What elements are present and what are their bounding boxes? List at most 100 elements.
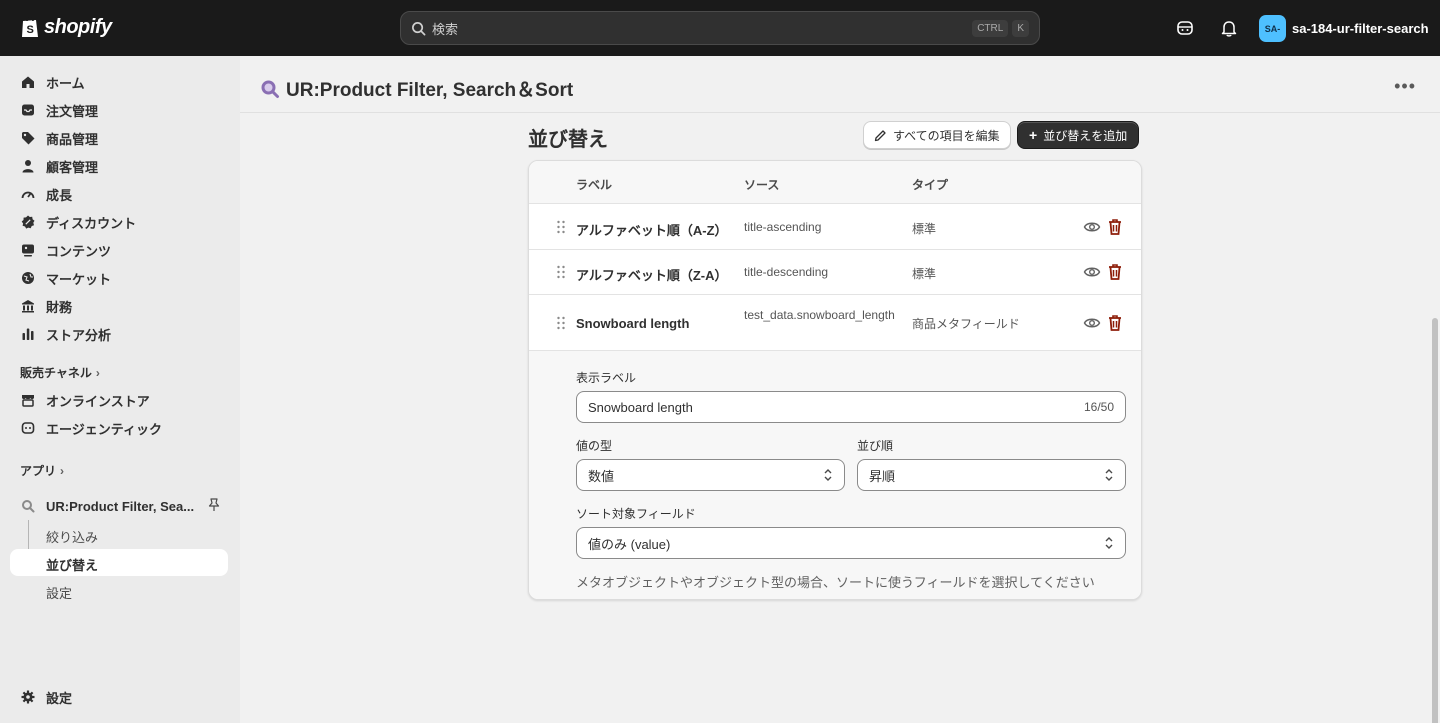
sidebar-item-products[interactable]: 商品管理 (10, 124, 228, 152)
sidebar-app-name: UR:Product Filter, Sea... (46, 498, 195, 514)
store-avatar: SA- (1259, 15, 1286, 42)
svg-text:S: S (27, 24, 34, 36)
column-header-label: ラベル (576, 178, 613, 192)
shopify-bag-icon: S (22, 17, 38, 37)
sidebar-item-app[interactable]: UR:Product Filter, Sea... (10, 492, 228, 520)
row-type: 商品メタフィールド (912, 317, 1020, 331)
eye-icon[interactable] (1083, 314, 1101, 332)
row-type: 標準 (912, 222, 937, 236)
drag-handle-icon[interactable] (556, 316, 566, 330)
eye-icon[interactable] (1083, 263, 1101, 281)
agentic-icon (20, 420, 36, 436)
sidebar-item-orders[interactable]: 注文管理 (10, 96, 228, 124)
select-arrows-icon (1105, 537, 1113, 549)
sales-channels-section[interactable]: 販売チャネル › (20, 364, 100, 381)
app-header: UR:Product Filter, Search＆Sort ••• (240, 56, 1440, 113)
display-label-counter: 16/50 (1083, 400, 1114, 414)
trash-icon[interactable] (1107, 263, 1123, 281)
table-row[interactable]: アルファベット順（Z-A） title-descending 標準 (529, 250, 1141, 295)
sort-field-value: 値のみ (value) (588, 536, 671, 552)
scrollbar[interactable] (1432, 318, 1438, 723)
sidebar-item-label: 商品管理 (46, 131, 99, 147)
sidebar-item-agentic[interactable]: エージェンティック (10, 414, 228, 442)
order-value: 昇順 (869, 468, 896, 484)
sort-field-help-text: メタオブジェクトやオブジェクト型の場合、ソートに使うフィールドを選択してください (576, 575, 1095, 590)
shopify-wordmark: shopify (44, 15, 112, 38)
sidebar-item-label: 成長 (46, 187, 73, 203)
top-bar: S shopify 検索 CTRL K SA- sa-184-ur-filter… (0, 0, 1440, 56)
sidebar-sub-filter[interactable]: 絞り込み (46, 527, 98, 546)
sidebar-item-discounts[interactable]: ディスカウント (10, 208, 228, 236)
sidebar-item-label: マーケット (46, 271, 112, 287)
more-actions-button[interactable]: ••• (1394, 76, 1416, 97)
shortcut-ctrl: CTRL (972, 19, 1009, 37)
sidebar-item-customers[interactable]: 顧客管理 (10, 152, 228, 180)
app-title-text: UR:Product Filter, Search＆Sort (286, 80, 574, 101)
value-type-title: 値の型 (576, 439, 613, 453)
bell-icon[interactable] (1218, 17, 1240, 39)
search-input[interactable]: 検索 CTRL K (400, 11, 1040, 45)
table-row[interactable]: アルファベット順（A-Z） title-ascending 標準 (529, 205, 1141, 250)
order-title: 並び順 (857, 439, 894, 453)
inbox-icon (20, 102, 36, 118)
gear-icon (20, 689, 36, 705)
sort-field-select[interactable]: 値のみ (value) (576, 527, 1126, 559)
drag-handle-icon[interactable] (556, 265, 566, 279)
add-sort-button[interactable]: + 並び替えを追加 (1017, 121, 1140, 149)
edit-all-button[interactable]: すべての項目を編集 (863, 121, 1011, 149)
sidebar-item-label: 財務 (46, 299, 73, 315)
sales-channels-label: 販売チャネル (20, 366, 92, 380)
bank-icon (20, 298, 36, 314)
sidebar-item-label: エージェンティック (46, 421, 162, 437)
eye-icon[interactable] (1083, 218, 1101, 236)
active-indicator (10, 549, 228, 576)
pin-icon[interactable] (208, 498, 220, 515)
store-name: sa-184-ur-filter-search (1292, 21, 1429, 36)
store-icon (20, 392, 36, 408)
plus-icon: + (1029, 127, 1038, 143)
row-label: アルファベット順（A-Z） (576, 223, 728, 238)
sidebar-item-label: 顧客管理 (46, 159, 99, 175)
sidekick-icon[interactable] (1174, 17, 1196, 39)
search-placeholder: 検索 (432, 21, 459, 37)
search-icon (412, 21, 426, 35)
sidebar-item-label: オンラインストア (46, 393, 150, 409)
sidebar-sub-settings[interactable]: 設定 (46, 583, 72, 602)
pencil-icon (874, 129, 886, 141)
apps-section[interactable]: アプリ › (20, 462, 64, 479)
sidebar-item-label: 注文管理 (46, 103, 99, 119)
sidebar-item-home[interactable]: ホーム (10, 68, 228, 96)
sidebar-item-label: ストア分析 (46, 327, 112, 343)
sidebar-item-markets[interactable]: マーケット (10, 264, 228, 292)
globe-icon (20, 270, 36, 286)
app-title: UR:Product Filter, Search＆Sort (260, 75, 573, 102)
sidebar-item-online-store[interactable]: オンラインストア (10, 386, 228, 414)
sidebar-item-settings[interactable]: 設定 (10, 683, 228, 711)
value-type-value: 数値 (588, 468, 615, 484)
chart-icon (20, 326, 36, 342)
page-title: 並び替え (528, 129, 608, 151)
sidebar-item-finance[interactable]: 財務 (10, 292, 228, 320)
main-area: UR:Product Filter, Search＆Sort ••• 並び替え … (240, 56, 1440, 723)
store-menu[interactable]: SA- sa-184-ur-filter-search (1259, 15, 1429, 42)
shopify-logo[interactable]: S shopify (20, 15, 112, 39)
edit-all-label: すべての項目を編集 (893, 128, 1000, 143)
row-label: Snowboard length (576, 316, 690, 331)
sidebar-sub-sort[interactable]: 並び替え (46, 555, 98, 574)
row-source: test_data.snowboard_length (744, 308, 895, 322)
table-row[interactable]: Snowboard length test_data.snowboard_len… (529, 295, 1141, 351)
sidebar-item-content[interactable]: コンテンツ (10, 236, 228, 264)
trash-icon[interactable] (1107, 218, 1123, 236)
sidebar-item-analytics[interactable]: ストア分析 (10, 320, 228, 348)
shortcut-k: K (1012, 19, 1029, 37)
row-detail-panel: 表示ラベル Snowboard length 16/50 値の型 数値 並び順 … (529, 351, 1141, 599)
value-type-select[interactable]: 数値 (576, 459, 845, 491)
chevron-right-icon: › (60, 463, 65, 478)
select-arrows-icon (824, 469, 832, 481)
sidebar-item-growth[interactable]: 成長 (10, 180, 228, 208)
trash-icon[interactable] (1107, 314, 1123, 332)
drag-handle-icon[interactable] (556, 220, 566, 234)
order-select[interactable]: 昇順 (857, 459, 1126, 491)
display-label-input[interactable]: Snowboard length 16/50 (576, 391, 1126, 423)
column-header-type: タイプ (912, 178, 949, 192)
